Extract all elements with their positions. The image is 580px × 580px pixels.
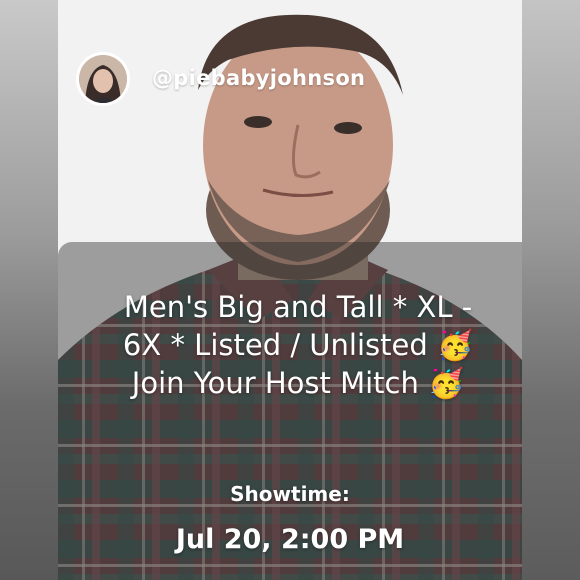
blurred-border-right xyxy=(522,0,580,580)
show-title-line: Men's Big and Tall * XL - xyxy=(123,290,473,324)
host-username[interactable]: @piebabyjohnson xyxy=(152,66,365,90)
blurred-border-left xyxy=(0,0,58,580)
live-show-card[interactable]: @piebabyjohnson Men's Big and Tall * XL … xyxy=(0,0,580,580)
show-title-line: Join Your Host Mitch 🥳 xyxy=(131,366,465,400)
showtime-value: Jul 20, 2:00 PM xyxy=(175,524,405,555)
show-title: Men's Big and Tall * XL - 6X * Listed / … xyxy=(78,288,518,402)
host-avatar[interactable] xyxy=(76,52,130,106)
avatar-icon xyxy=(79,55,127,103)
show-title-line: 6X * Listed / Unlisted 🥳 xyxy=(122,328,474,362)
showtime-label: Showtime: xyxy=(230,482,350,506)
